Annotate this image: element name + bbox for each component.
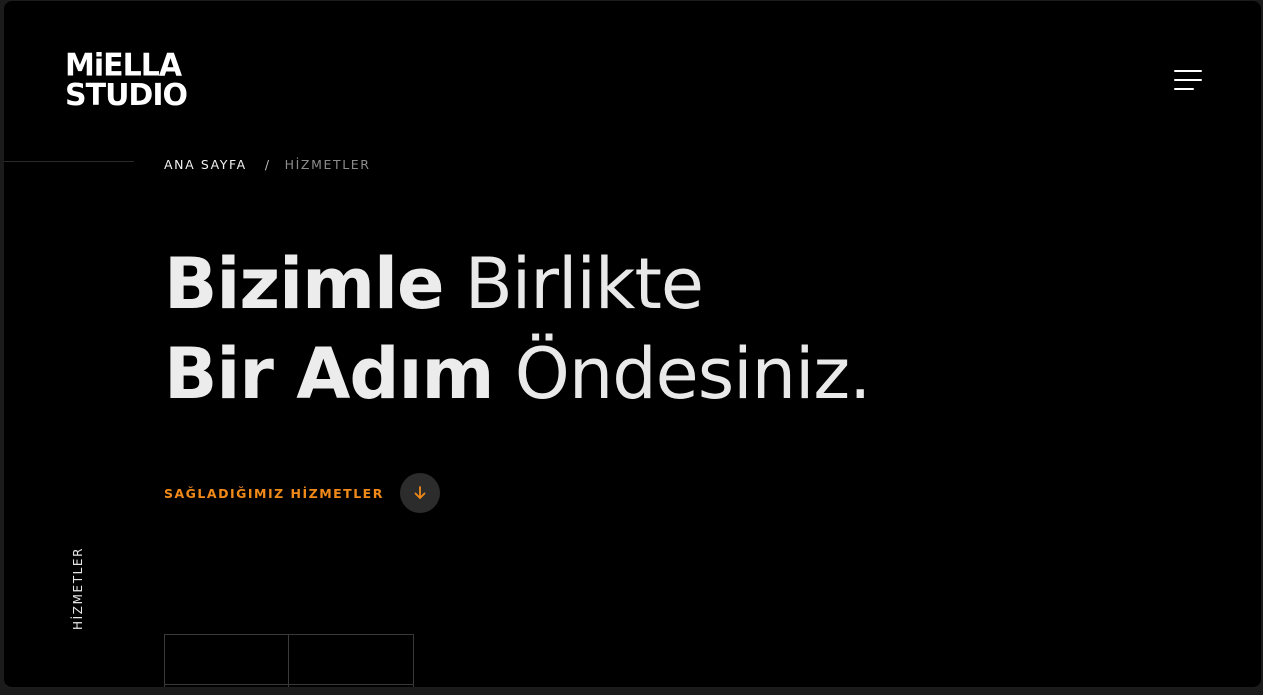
menu-line [1174,79,1202,81]
menu-line [1174,70,1202,72]
services-link-label: SAĞLADIĞIMIZ HİZMETLER [164,485,384,501]
services-scroll-link[interactable]: SAĞLADIĞIMIZ HİZMETLER [164,473,440,513]
page-frame: MiELLA STUDIO ANA SAYFA / HİZMETLER Bizi… [4,1,1261,687]
services-grid [164,634,414,687]
hero-line-2: Bir Adım Öndesiniz. [164,329,872,419]
arrow-down-icon [414,486,426,499]
hero-line-1: Bizimle Birlikte [164,239,870,329]
breadcrumb-separator: / [264,157,271,172]
hamburger-menu-icon[interactable] [1170,67,1202,95]
menu-line [1174,88,1194,90]
breadcrumb-current: HİZMETLER [284,157,371,172]
logo-line-2: STUDIO [65,78,188,113]
hero-heading: Bizimle Birlikte Bir Adım Öndesiniz. [164,239,872,419]
grid-cell [164,634,289,685]
side-section-label: HİZMETLER [71,546,85,630]
breadcrumb-home-link[interactable]: ANA SAYFA [164,157,247,172]
arrow-down-button[interactable] [399,473,440,513]
logo[interactable]: MiELLA STUDIO [65,50,188,113]
hero-line-2-bold: Bir Adım [164,333,494,415]
grid-cell [164,684,289,687]
hero-line-1-bold: Bizimle [164,243,444,325]
breadcrumb: ANA SAYFA / HİZMETLER [164,157,371,172]
divider-line [4,161,134,162]
hero-line-2-light: Öndesiniz. [514,333,872,415]
grid-cell [288,634,414,685]
hero-line-1-light: Birlikte [464,243,704,325]
grid-cell [288,684,414,687]
